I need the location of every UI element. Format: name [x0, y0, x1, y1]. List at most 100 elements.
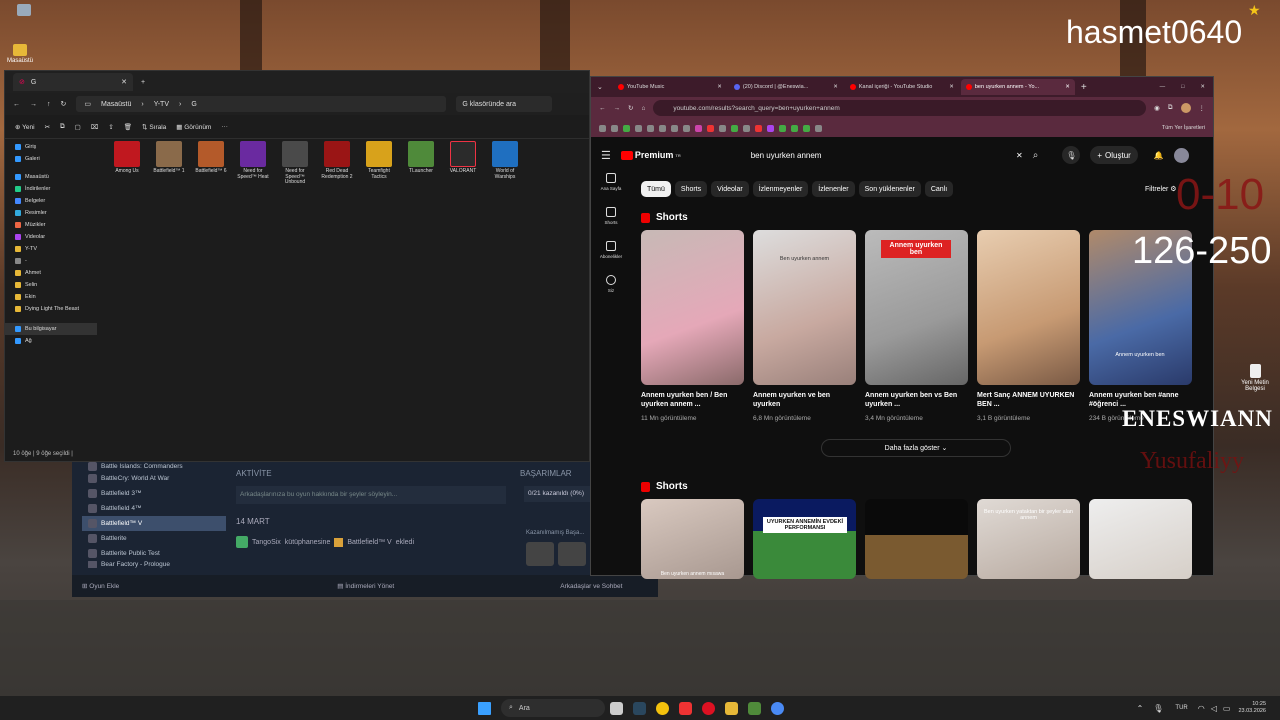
short-card[interactable] [865, 499, 968, 579]
sidebar-item[interactable]: - [5, 255, 97, 267]
mic-icon[interactable]: 🎙 [1062, 146, 1081, 164]
bookmark-icon[interactable] [767, 124, 774, 132]
bookmark-icon[interactable] [599, 124, 606, 132]
sidebar-item[interactable]: Bu bilgisayar [5, 323, 97, 335]
opera-icon[interactable] [702, 701, 715, 715]
text-document-icon[interactable]: Yeni Metin Belgesi [1234, 364, 1276, 392]
mic-tray-icon[interactable]: 🎙 [1153, 704, 1163, 713]
forward-icon[interactable]: → [614, 105, 621, 112]
file-item[interactable]: VALORANT [445, 141, 481, 186]
close-window-icon[interactable]: ✕ [1200, 84, 1205, 90]
sidebar-item[interactable]: Masaüstü [5, 171, 97, 183]
path-segment[interactable]: Masaüstü [101, 101, 131, 108]
bookmark-icon[interactable] [719, 124, 726, 132]
file-item[interactable]: Battlefield™ 6 [193, 141, 229, 186]
bookmark-icon[interactable] [659, 124, 666, 132]
nav-shorts[interactable]: Shorts [591, 207, 631, 225]
tab-search-icon[interactable]: ⌄ [597, 83, 603, 91]
language-indicator[interactable]: TUR [1175, 705, 1187, 711]
bookmark-icon[interactable] [803, 124, 810, 132]
all-bookmarks[interactable]: Tüm Yer İşaretleri [1162, 125, 1205, 131]
new-button[interactable]: ⊕ Yeni [15, 123, 35, 131]
new-tab-button[interactable]: + [141, 79, 145, 86]
rename-icon[interactable]: ⌧ [91, 123, 99, 131]
show-more-button[interactable]: Daha fazla göster ⌄ [821, 439, 1011, 457]
bookmark-icon[interactable] [611, 124, 618, 132]
file-item[interactable]: Red Dead Redemption 2 [319, 141, 355, 186]
sidebar-item[interactable]: Müzikler [5, 219, 97, 231]
bookmark-icon[interactable] [635, 124, 642, 132]
close-tab-icon[interactable]: ✕ [121, 78, 127, 86]
sidebar-item[interactable]: Giriş [5, 141, 97, 153]
sidebar-item[interactable]: Ekin [5, 291, 97, 303]
address-bar[interactable]: ▭ Masaüstü › Y-TV › G [76, 96, 447, 112]
chip[interactable]: Shorts [674, 181, 708, 197]
explorer-search-input[interactable]: G klasöründe ara [456, 96, 553, 112]
copy-icon[interactable]: ⧉ [60, 123, 65, 131]
volume-icon[interactable]: ◁ [1211, 704, 1217, 713]
short-card[interactable]: Annem uyurken ben / Ben uyurken annem ..… [641, 230, 744, 422]
bookmark-icon[interactable] [707, 124, 714, 132]
create-button[interactable]: + Oluştur [1090, 146, 1138, 164]
minecraft-icon[interactable] [748, 701, 761, 715]
tray-arrow-icon[interactable]: ⌃ [1137, 704, 1144, 713]
youtube-logo[interactable]: Premium TR [620, 150, 681, 160]
bookmark-icon[interactable] [743, 124, 750, 132]
nav-subscriptions[interactable]: Abonelikler [591, 241, 631, 259]
chip[interactable]: Tümü [641, 181, 671, 197]
bookmark-icon[interactable] [791, 124, 798, 132]
activity-input[interactable]: Arkadaşlarınıza bu oyun hakkında bir şey… [236, 486, 506, 504]
maximize-icon[interactable]: □ [1181, 84, 1184, 90]
account-avatar[interactable] [1173, 147, 1189, 163]
taskbar-search[interactable]: ⌕ Ara [501, 699, 605, 717]
folder-icon[interactable] [725, 701, 738, 715]
game-list-item[interactable]: Battlerite Public Test [82, 546, 226, 561]
nav-you[interactable]: Siz [591, 275, 631, 293]
game-list-item-selected[interactable]: Battlefield™ V [82, 516, 226, 531]
chrome-icon[interactable] [656, 701, 669, 715]
sidebar-item[interactable]: Belgeler [5, 195, 97, 207]
chip[interactable]: Son yüklenenler [858, 181, 921, 197]
sidebar-item[interactable]: Resimler [5, 207, 97, 219]
search-icon[interactable]: ⌕ [1033, 150, 1039, 161]
bookmark-icon[interactable] [731, 124, 738, 132]
desktop-folder-icon[interactable]: Masaüstü [0, 44, 40, 64]
file-item[interactable]: Among Us [109, 141, 145, 186]
chip[interactable]: Canlı [924, 181, 954, 197]
bookmark-icon[interactable] [695, 124, 702, 132]
hamburger-icon[interactable]: ☰ [601, 149, 611, 162]
back-icon[interactable]: ← [13, 101, 20, 108]
profile-avatar[interactable] [1180, 103, 1191, 113]
chrome-icon[interactable] [771, 701, 784, 715]
reload-icon[interactable]: ↻ [628, 104, 633, 112]
battery-icon[interactable]: ▭ [1223, 704, 1231, 713]
file-item[interactable]: Battlefield™ 1 [151, 141, 187, 186]
refresh-icon[interactable]: ↻ [61, 100, 67, 108]
bookmark-icon[interactable] [683, 124, 690, 132]
app-icon[interactable] [679, 701, 692, 715]
short-card[interactable]: Annem uyurken ben Annem uyurken ben vs B… [865, 230, 968, 422]
short-card[interactable]: Ben uyurken annem mısawa [641, 499, 744, 579]
bookmark-icon[interactable] [671, 124, 678, 132]
sort-button[interactable]: ⇅ Sırala [142, 123, 166, 131]
bookmark-icon[interactable] [815, 124, 822, 132]
game-list-item[interactable]: Battlerite [82, 531, 226, 546]
short-card[interactable]: Ben uyurken annem Annem uyurken ve ben u… [753, 230, 856, 422]
browser-tab[interactable]: Kanal içeriği - YouTube Studio ✕ [845, 79, 959, 95]
game-list-item[interactable]: Battlefield 3™ [82, 486, 226, 501]
clear-icon[interactable]: ✕ [1016, 151, 1023, 160]
downloads-button[interactable]: ▤ İndirmeleri Yönet [337, 582, 394, 590]
friends-chat-button[interactable]: Arkadaşlar ve Sohbet [560, 583, 622, 590]
start-button-icon[interactable] [478, 701, 491, 715]
sidebar-item[interactable]: İndirilenler [5, 183, 97, 195]
minimize-icon[interactable]: — [1160, 84, 1166, 90]
filters-button[interactable]: Filtreler ⚙ [1145, 185, 1177, 193]
file-item[interactable]: TLauncher [403, 141, 439, 186]
view-button[interactable]: ▦ Görünüm [176, 123, 211, 131]
sidebar-item[interactable]: Galeri [5, 153, 97, 165]
sidebar-item[interactable]: Selin [5, 279, 97, 291]
notifications-icon[interactable]: 🔔 [1154, 151, 1164, 160]
sidebar-item[interactable]: Dying Light The Beast [5, 303, 97, 315]
back-icon[interactable]: ← [599, 105, 606, 112]
chip[interactable]: Videolar [711, 181, 749, 197]
